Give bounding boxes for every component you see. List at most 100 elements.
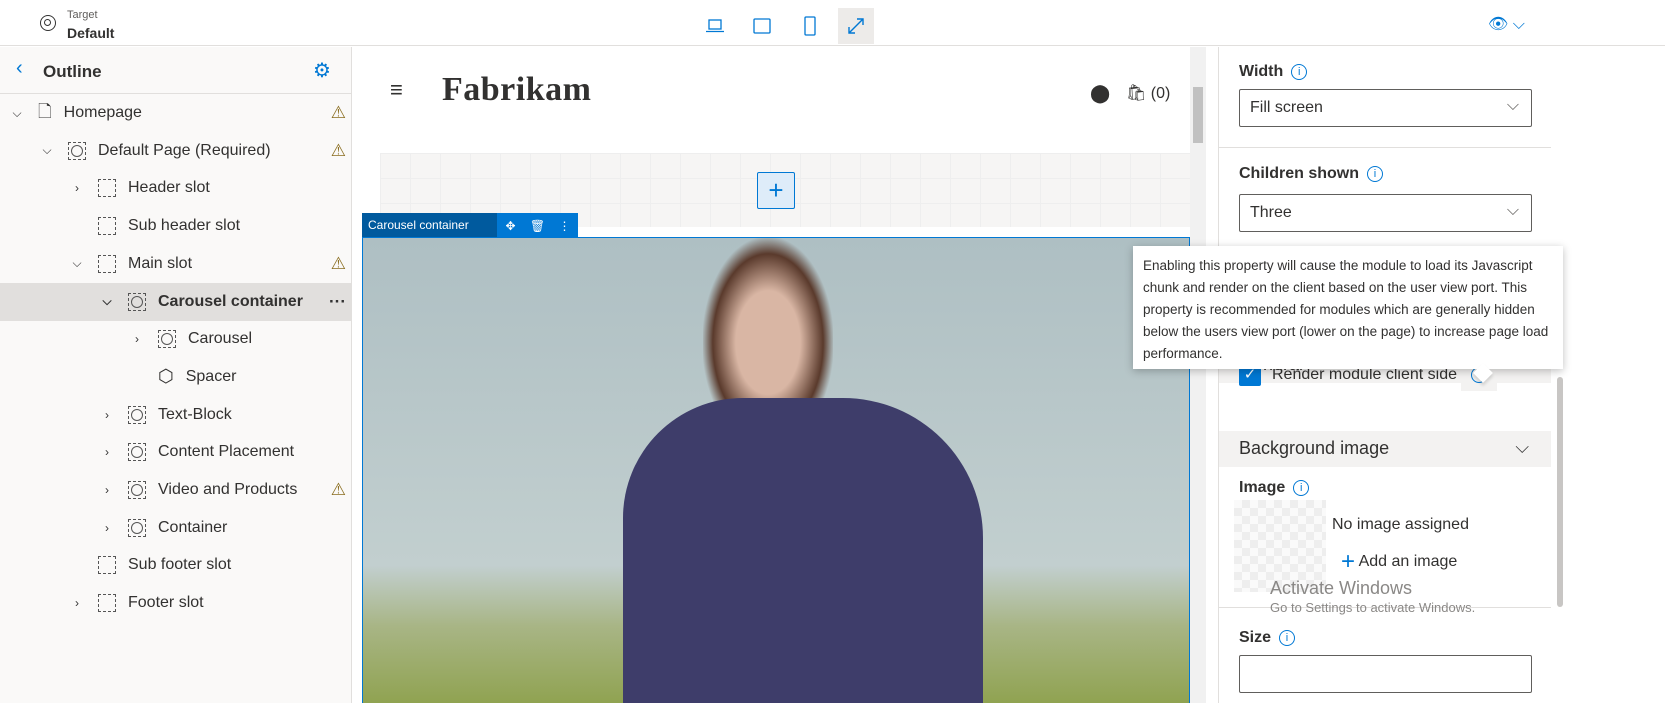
warning-icon: ⚠ xyxy=(330,140,346,160)
tree-item[interactable]: › Content Placement xyxy=(0,433,352,471)
canvas-scrollbar[interactable] xyxy=(1190,47,1206,703)
chevron-right-icon[interactable]: › xyxy=(100,408,114,422)
tree-item[interactable]: › Text-Block xyxy=(0,396,352,434)
tree-item[interactable]: › Container xyxy=(0,509,352,547)
module-name[interactable]: Carousel container xyxy=(362,213,497,238)
no-image-text: No image assigned xyxy=(1332,516,1469,533)
module-toolbar: Carousel container ✥ 🗑︎ ⋮ xyxy=(362,213,578,238)
module-icon xyxy=(128,405,146,424)
target-icon xyxy=(40,15,56,31)
bg-section-title: Background image xyxy=(1239,438,1390,458)
page-icon: 🗋 xyxy=(38,101,52,121)
info-icon[interactable]: i xyxy=(1291,63,1308,80)
slot-icon xyxy=(98,217,116,236)
size-label: Size i xyxy=(1239,629,1296,647)
location-icon[interactable]: ⬤ xyxy=(1090,83,1110,104)
more-options-icon[interactable]: ··· xyxy=(329,292,346,312)
tree-item[interactable]: ⌵ Carousel container ··· xyxy=(0,282,352,321)
model-coat xyxy=(623,398,983,703)
tree-item[interactable]: › Video and Products ⚠ xyxy=(0,471,352,509)
outline-header: ‹ Outline ⚙ xyxy=(0,47,352,94)
tree-item-label: Carousel container xyxy=(158,292,303,310)
module-icon xyxy=(68,141,86,160)
tree-item[interactable]: Sub footer slot xyxy=(0,546,352,584)
delete-icon[interactable]: 🗑︎ xyxy=(524,219,551,233)
tree-item-label: Container xyxy=(158,518,228,536)
tree-item-label: Header slot xyxy=(128,179,210,197)
info-icon[interactable]: i xyxy=(1293,479,1310,496)
children-label-text: Children shown xyxy=(1239,165,1359,182)
tree-item-label: Sub header slot xyxy=(128,217,241,235)
tree-item[interactable]: ⌵ 🗋 Homepage ⚠ xyxy=(0,94,352,132)
outline-panel: ‹ Outline ⚙ ⌵ 🗋 Homepage ⚠ ⌵ Default Page (Re… xyxy=(0,47,352,703)
tree-item-label: Spacer xyxy=(185,367,237,385)
chevron-down-icon[interactable]: ⌵ xyxy=(100,294,114,309)
hamburger-icon[interactable]: ≡ xyxy=(390,77,403,103)
module-icon xyxy=(158,330,176,349)
warning-icon: ⚠ xyxy=(330,253,346,273)
laptop-icon[interactable] xyxy=(697,8,733,44)
width-label-text: Width xyxy=(1239,63,1284,80)
hexagon-icon: ⬡ xyxy=(158,366,174,387)
children-label: Children shown i xyxy=(1239,165,1383,183)
size-select[interactable] xyxy=(1239,655,1532,693)
info-icon[interactable]: i xyxy=(1367,165,1383,182)
tooltip: Enabling this property will cause the mo… xyxy=(1133,246,1563,369)
width-value: Fill screen xyxy=(1250,99,1323,116)
tree-item-label: Content Placement xyxy=(158,443,295,461)
tablet-icon[interactable] xyxy=(744,8,780,44)
chevron-right-icon[interactable]: › xyxy=(100,445,114,459)
slot-icon xyxy=(98,556,116,575)
children-select[interactable]: Three ⌵ xyxy=(1239,194,1532,232)
back-icon[interactable]: ‹ xyxy=(16,57,23,80)
chevron-right-icon[interactable]: › xyxy=(70,596,84,610)
slot-icon xyxy=(98,254,116,273)
size-label-text: Size xyxy=(1239,629,1272,646)
info-icon[interactable]: i xyxy=(1279,629,1296,646)
tree-item[interactable]: › Carousel xyxy=(0,320,352,358)
width-select[interactable]: Fill screen ⌵ xyxy=(1239,89,1532,127)
chevron-down-icon[interactable]: ⌵ xyxy=(10,106,24,121)
chevron-right-icon[interactable]: › xyxy=(100,483,114,497)
target-label: Target xyxy=(67,9,98,21)
add-module-button[interactable]: + xyxy=(757,172,795,209)
tree-item[interactable]: ⌵ Main slot ⚠ xyxy=(0,245,352,283)
module-icon xyxy=(128,292,146,311)
target-value[interactable]: Default xyxy=(67,25,114,41)
chevron-down-icon[interactable]: ⌵ xyxy=(70,256,84,271)
tree-item-label: Main slot xyxy=(128,254,193,272)
image-label-text: Image xyxy=(1239,479,1286,496)
tree-item-label: Carousel xyxy=(188,330,253,348)
settings-gear-icon[interactable]: ⚙ xyxy=(313,58,331,83)
fullscreen-icon[interactable] xyxy=(838,8,874,44)
chevron-down-icon: ⌵ xyxy=(1515,437,1529,457)
tree-item-label: Text-Block xyxy=(158,405,232,423)
watermark-title: Activate Windows xyxy=(1270,578,1413,598)
canvas-preview: ≡ Fabrikam ⬤ 🛍︎ (0) + Carousel container… xyxy=(362,47,1190,703)
chevron-down-icon[interactable]: ⌵ xyxy=(40,143,54,158)
tree-item[interactable]: ⬡ Spacer xyxy=(0,358,352,396)
background-image-section[interactable]: Background image ⌵ xyxy=(1219,431,1551,467)
tree-item[interactable]: › Footer slot xyxy=(0,584,352,622)
chevron-down-icon: ⌵ xyxy=(1506,202,1519,219)
more-icon[interactable]: ⋮ xyxy=(551,219,578,233)
preview-eye-icon[interactable]: 👁︎ ⌵ xyxy=(1488,14,1525,34)
tree-item[interactable]: ⌵ Default Page (Required) ⚠ xyxy=(0,132,352,170)
tree-item-label: Video and Products xyxy=(158,481,298,498)
add-image-button[interactable]: + Add an image xyxy=(1341,548,1457,576)
chevron-right-icon[interactable]: › xyxy=(70,181,84,195)
chevron-down-icon: ⌵ xyxy=(1506,97,1519,114)
tree-item-label: Default Page (Required) xyxy=(98,141,271,159)
tree-item[interactable]: › Header slot xyxy=(0,169,352,207)
properties-scrollbar[interactable] xyxy=(1555,47,1567,703)
cart-button[interactable]: 🛍︎ (0) xyxy=(1126,83,1170,103)
children-value: Three xyxy=(1250,204,1292,221)
width-label: Width i xyxy=(1239,63,1308,81)
tree-item-label: Homepage xyxy=(63,104,142,121)
chevron-right-icon[interactable]: › xyxy=(100,521,114,535)
chevron-right-icon[interactable]: › xyxy=(130,332,144,346)
warning-icon: ⚠ xyxy=(330,480,346,499)
tree-item[interactable]: Sub header slot xyxy=(0,207,352,245)
phone-icon[interactable] xyxy=(792,8,828,44)
move-icon[interactable]: ✥ xyxy=(497,219,524,233)
